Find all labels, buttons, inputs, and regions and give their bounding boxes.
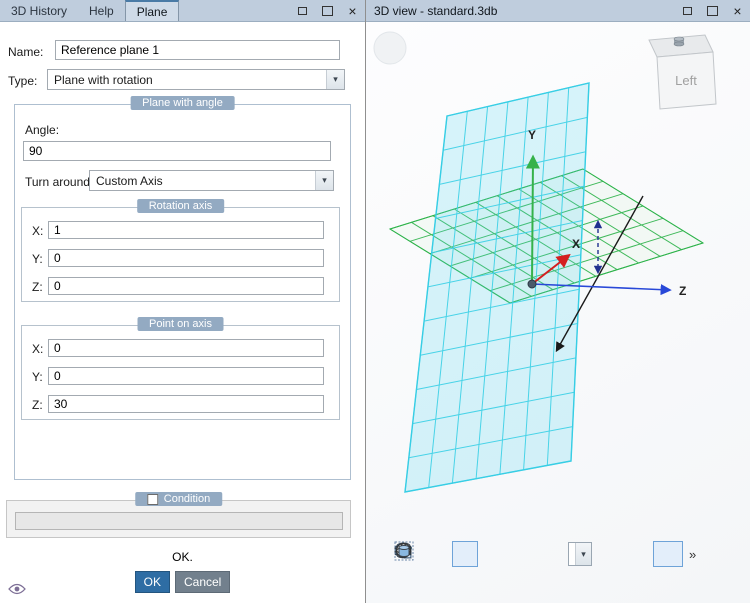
rotation-axis-group: Rotation axis X: Y: Z:	[21, 199, 340, 302]
zoom-button[interactable]	[396, 541, 507, 567]
turn-around-dropdown-value: Custom Axis	[96, 173, 163, 188]
3d-viewport: Y X Z Left ▾ »	[366, 22, 750, 603]
viewport-toolbar: ▾ »	[394, 541, 699, 567]
dialog-buttons: OK Cancel	[0, 571, 365, 593]
close-icon: ×	[348, 2, 357, 19]
y-axis-label: Y	[528, 128, 536, 142]
cylinder-clip-icon	[394, 541, 414, 561]
navigation-sphere[interactable]	[373, 31, 407, 65]
plane-with-angle-title: Plane with angle	[130, 96, 235, 110]
angle-input[interactable]	[23, 141, 331, 161]
viewport-canvas[interactable]: Y X Z Left	[366, 22, 750, 603]
turn-around-label: Turn around	[25, 175, 90, 189]
close-button[interactable]: ×	[725, 0, 750, 21]
point-y-input[interactable]	[48, 367, 324, 385]
condition-checkbox[interactable]	[146, 493, 158, 505]
type-dropdown[interactable]: Plane with rotation ▾	[47, 69, 345, 90]
condition-input[interactable]	[15, 512, 343, 530]
ruler-button[interactable]	[394, 541, 621, 567]
rotation-x-input[interactable]	[48, 221, 324, 239]
orbit-button[interactable]	[394, 541, 536, 567]
rotation-z-input[interactable]	[48, 277, 324, 295]
y-axis-line	[525, 154, 540, 285]
rotate-view-button[interactable]	[396, 541, 565, 567]
left-window-buttons: ×	[290, 0, 365, 21]
chevron-down-icon[interactable]: ▾	[575, 543, 591, 565]
status-text: OK.	[172, 550, 193, 564]
maximize-button[interactable]	[315, 0, 340, 21]
toolbar-overflow-button[interactable]: »	[686, 547, 699, 562]
maximize-icon	[707, 5, 718, 16]
cancel-button[interactable]: Cancel	[174, 571, 231, 593]
chevron-down-icon[interactable]: ▾	[326, 70, 344, 89]
tab-3d-history[interactable]: 3D History	[0, 0, 78, 21]
point-x-input[interactable]	[48, 339, 324, 357]
rotation-z-label: Z:	[32, 280, 43, 294]
measure-combo[interactable]: ▾	[395, 542, 592, 566]
chevron-down-icon[interactable]: ▾	[315, 171, 333, 190]
point-on-axis-title: Point on axis	[137, 317, 224, 331]
minimize-icon	[298, 6, 307, 15]
view-mode-shaded-button[interactable]	[396, 541, 478, 567]
condition-header: Condition	[134, 492, 223, 506]
point-x-label: X:	[32, 342, 44, 356]
minimize-button[interactable]	[290, 0, 315, 21]
view-cube[interactable]: Left	[648, 34, 717, 110]
rotation-y-label: Y:	[32, 252, 43, 266]
rotation-axis-title: Rotation axis	[136, 199, 225, 213]
angle-label: Angle:	[25, 123, 60, 137]
close-icon: ×	[733, 2, 742, 19]
tab-help[interactable]: Help	[78, 0, 125, 21]
turn-around-dropdown[interactable]: Custom Axis ▾	[89, 170, 334, 191]
minimize-icon	[683, 6, 692, 15]
plane-dialog-panel: 3D History Help Plane × Name: Type: Plan…	[0, 0, 366, 603]
z-axis-label: Z	[679, 284, 686, 298]
point-on-axis-group: Point on axis X: Y: Z:	[21, 317, 340, 420]
type-dropdown-value: Plane with rotation	[54, 72, 153, 87]
condition-group: Condition	[6, 492, 351, 538]
left-titlebar: 3D History Help Plane ×	[0, 0, 365, 22]
point-z-input[interactable]	[48, 395, 324, 413]
visibility-eye-icon[interactable]	[8, 583, 26, 598]
application-window: 3D History Help Plane × Name: Type: Plan…	[0, 0, 750, 603]
type-label: Type:	[8, 74, 38, 88]
right-window-buttons: ×	[675, 0, 750, 21]
viewport-panel: 3D view - standard.3db × Y X Z Left ▾ »	[366, 0, 750, 603]
sphere-grid-button[interactable]	[396, 541, 650, 567]
maximize-button[interactable]	[700, 0, 725, 21]
view-mode-solid-button[interactable]	[396, 541, 449, 567]
ok-button[interactable]: OK	[134, 571, 170, 593]
close-button[interactable]: ×	[340, 0, 365, 21]
viewport-title: 3D view - standard.3db	[374, 3, 498, 18]
name-input[interactable]	[55, 40, 340, 60]
origin-point	[527, 279, 537, 289]
plane-with-angle-group: Plane with angle Angle: Turn around Cust…	[14, 96, 351, 480]
x-axis-label: X	[572, 237, 580, 251]
view-cube-cylinder-icon	[673, 36, 685, 47]
name-label: Name:	[8, 45, 44, 59]
reference-plane-grid	[404, 82, 590, 493]
point-y-label: Y:	[32, 370, 43, 384]
point-z-label: Z:	[32, 398, 43, 412]
rotation-x-label: X:	[32, 224, 44, 238]
view-cube-label: Left	[675, 73, 697, 88]
tab-plane[interactable]: Plane	[124, 0, 180, 21]
condition-title: Condition	[163, 493, 211, 505]
right-titlebar: 3D view - standard.3db ×	[366, 0, 750, 22]
rotation-y-input[interactable]	[48, 249, 324, 267]
minimize-button[interactable]	[675, 0, 700, 21]
clip-view-button[interactable]	[394, 541, 683, 567]
maximize-icon	[322, 5, 333, 16]
